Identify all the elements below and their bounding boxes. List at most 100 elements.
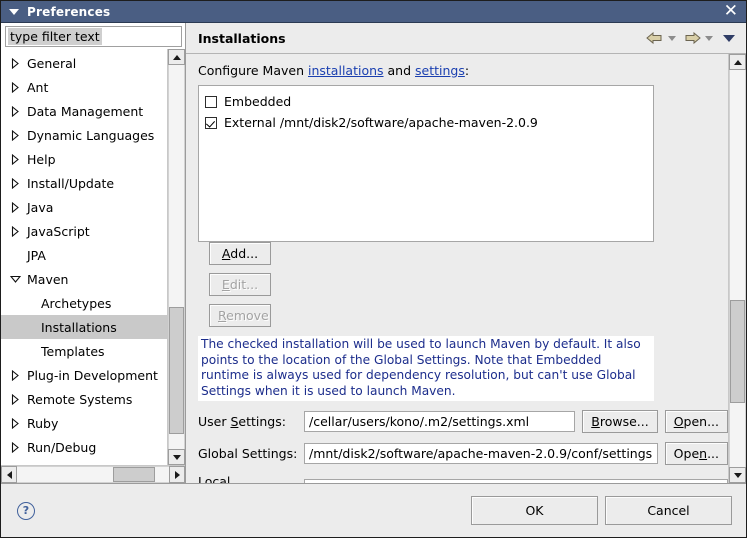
browse-button[interactable]: Browse...: [582, 410, 657, 433]
triangle-right-icon[interactable]: [7, 226, 23, 237]
field-label: Local Repository:: [198, 474, 304, 483]
hscroll-thumb[interactable]: [113, 467, 156, 482]
sidebar-item-data-management[interactable]: Data Management: [1, 99, 167, 123]
triangle-right-icon[interactable]: [7, 418, 23, 429]
field-label: User Settings:: [198, 414, 304, 429]
triangle-up-icon: [173, 55, 181, 60]
triangle-right-icon[interactable]: [7, 106, 23, 117]
checkbox-unchecked-icon[interactable]: [205, 96, 217, 108]
sidebar-item-templates[interactable]: Templates: [1, 339, 167, 363]
search-input[interactable]: type filter text: [5, 26, 182, 47]
open-button[interactable]: Open...: [665, 442, 728, 465]
sidebar-item-jpa[interactable]: JPA: [1, 243, 167, 267]
sidebar-item-maven[interactable]: Maven: [1, 267, 167, 291]
configure-middle: and: [384, 63, 415, 78]
add-button[interactable]: Add...: [209, 242, 271, 265]
triangle-right-icon[interactable]: [7, 202, 23, 213]
window-menu-triangle-icon[interactable]: [9, 9, 19, 15]
view-menu-triangle-icon[interactable]: [723, 35, 735, 42]
triangle-right-icon[interactable]: [7, 442, 23, 453]
checkbox-checked-icon[interactable]: [205, 117, 217, 129]
sidebar-vertical-scrollbar[interactable]: [167, 49, 185, 465]
installation-label: Embedded: [224, 94, 291, 109]
sidebar-item-javascript[interactable]: JavaScript: [1, 219, 167, 243]
page-header: Installations: [186, 23, 746, 54]
sidebar-item-label: Remote Systems: [23, 392, 132, 407]
page-scroll-down-button[interactable]: [729, 467, 746, 483]
page-scroll-up-button[interactable]: [729, 54, 746, 70]
triangle-right-icon[interactable]: [7, 82, 23, 93]
sidebar-horizontal-scrollbar[interactable]: [1, 465, 185, 483]
installations-list[interactable]: Embedded External /mnt/disk2/software/apa…: [198, 85, 654, 242]
scroll-track[interactable]: [168, 65, 185, 449]
triangle-right-icon[interactable]: [7, 394, 23, 405]
settings-link[interactable]: settings: [415, 63, 465, 78]
sidebar-item-dynamic-languages[interactable]: Dynamic Languages: [1, 123, 167, 147]
sidebar-item-installations[interactable]: Installations: [1, 315, 167, 339]
sidebar-item-install-update[interactable]: Install/Update: [1, 171, 167, 195]
triangle-right-icon[interactable]: [7, 178, 23, 189]
remove-button: Remove: [209, 304, 271, 327]
hscroll-track[interactable]: [17, 466, 169, 483]
back-history-chevron-down-icon[interactable]: [668, 36, 676, 41]
triangle-down-icon[interactable]: [7, 275, 23, 283]
field-input[interactable]: [304, 443, 658, 464]
page-content-inner: Configure Maven installations and settin…: [186, 54, 728, 483]
page-title: Installations: [198, 31, 286, 46]
field-input[interactable]: [304, 411, 575, 432]
title-bar: Preferences ✕: [1, 1, 746, 23]
installation-info-text: The checked installation will be used to…: [198, 336, 654, 401]
sidebar-item-archetypes[interactable]: Archetypes: [1, 291, 167, 315]
sidebar-item-label: Installations: [37, 320, 117, 335]
back-arrow-icon[interactable]: [646, 31, 664, 45]
sidebar-item-general[interactable]: General: [1, 51, 167, 75]
scroll-left-button[interactable]: [1, 466, 17, 483]
close-icon[interactable]: ✕: [720, 3, 742, 20]
sidebar-item-label: Ant: [23, 80, 48, 95]
sidebar-item-label: Java: [23, 200, 53, 215]
sidebar-item-ant[interactable]: Ant: [1, 75, 167, 99]
edit-button: Edit...: [209, 273, 271, 296]
sidebar-item-ruby[interactable]: Ruby: [1, 411, 167, 435]
filter-area: type filter text: [1, 23, 185, 49]
settings-fields: User Settings:Browse...Open...Global Set…: [198, 410, 728, 483]
scroll-down-button[interactable]: [168, 449, 185, 465]
list-item[interactable]: Embedded: [205, 91, 653, 112]
forward-arrow-icon[interactable]: [683, 31, 701, 45]
triangle-left-icon: [7, 471, 12, 479]
sidebar-item-java[interactable]: Java: [1, 195, 167, 219]
filter-text-value: type filter text: [8, 28, 102, 45]
page-scroll-track[interactable]: [729, 70, 746, 467]
sidebar-item-plug-in-development[interactable]: Plug-in Development: [1, 363, 167, 387]
scroll-up-button[interactable]: [168, 49, 185, 65]
ok-button[interactable]: OK: [471, 496, 598, 525]
sidebar-item-label: Maven: [23, 272, 68, 287]
cancel-button[interactable]: Cancel: [605, 496, 732, 525]
triangle-right-icon[interactable]: [7, 130, 23, 141]
preferences-tree[interactable]: General Ant Data ManagementDynamic Languag…: [1, 49, 167, 465]
scroll-right-button[interactable]: [169, 466, 185, 483]
sidebar-item-label: General: [23, 56, 76, 71]
triangle-right-icon[interactable]: [7, 154, 23, 165]
triangle-right-icon[interactable]: [7, 370, 23, 381]
list-item[interactable]: External /mnt/disk2/software/apache-mave…: [205, 112, 653, 133]
sidebar-item-label: Help: [23, 152, 56, 167]
page-scroll-thumb[interactable]: [730, 300, 745, 403]
help-question-icon[interactable]: ?: [17, 502, 35, 520]
scroll-thumb[interactable]: [169, 307, 184, 434]
open-button[interactable]: Open...: [665, 410, 728, 433]
triangle-right-icon[interactable]: [7, 58, 23, 69]
page-vertical-scrollbar[interactable]: [728, 54, 746, 483]
installation-label: External /mnt/disk2/software/apache-mave…: [224, 115, 538, 130]
sidebar-item-label: Archetypes: [37, 296, 111, 311]
field-row: Global Settings:Open...: [198, 442, 728, 465]
installations-link[interactable]: installations: [308, 63, 384, 78]
sidebar-item-remote-systems[interactable]: Remote Systems: [1, 387, 167, 411]
field-row: User Settings: Browse... Open...: [198, 410, 728, 433]
sidebar-item-help[interactable]: Help: [1, 147, 167, 171]
configure-maven-label: Configure Maven installations and settin…: [198, 63, 728, 78]
sidebar-item-run-debug[interactable]: Run/Debug: [1, 435, 167, 459]
preferences-sidebar: type filter text General Ant Data Manageme…: [1, 23, 186, 483]
page-nav-icons: [646, 31, 738, 45]
forward-history-chevron-down-icon[interactable]: [705, 36, 713, 41]
